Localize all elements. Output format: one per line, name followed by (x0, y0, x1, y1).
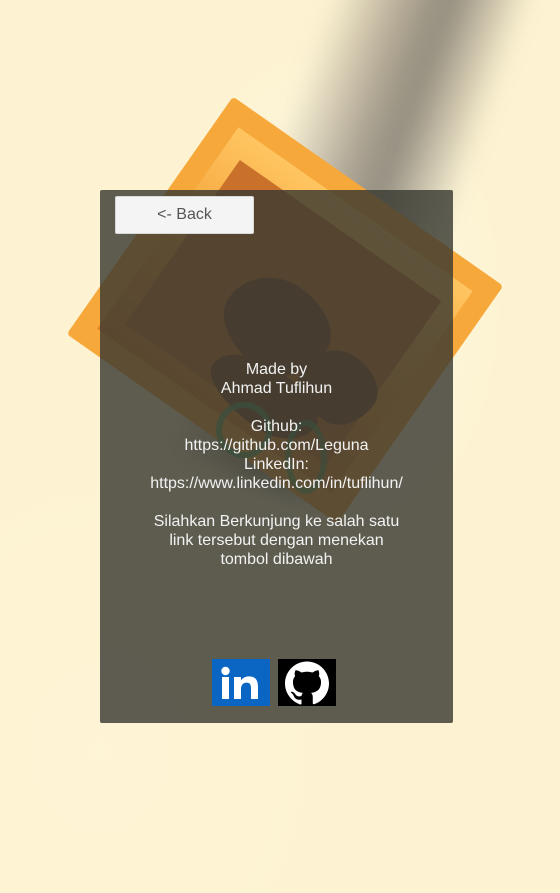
social-buttons (212, 659, 342, 706)
message-line: link tersebut dengan menekan (169, 532, 384, 549)
message-line: tombol dibawah (220, 551, 333, 568)
game-scene: <- Back Made by Ahmad Tuflihun Github: h… (0, 0, 560, 893)
message-line: Silahkan Berkunjung ke salah satu (153, 513, 400, 530)
linkedin-label: LinkedIn: (244, 456, 309, 473)
github-button[interactable] (278, 659, 336, 706)
linkedin-url: https://www.linkedin.com/in/tuflihun/ (150, 475, 403, 492)
credits-panel: <- Back Made by Ahmad Tuflihun Github: h… (100, 190, 453, 723)
linkedin-icon (221, 666, 258, 699)
made-by-label: Made by (245, 361, 308, 378)
github-label: Github: (250, 418, 303, 435)
back-button[interactable]: <- Back (115, 196, 254, 234)
credits-text: Made by Ahmad Tuflihun Github: https://g… (100, 360, 453, 569)
github-url: https://github.com/Leguna (184, 437, 369, 454)
github-icon (285, 661, 329, 705)
linkedin-button[interactable] (212, 659, 270, 706)
author-name: Ahmad Tuflihun (220, 380, 333, 397)
